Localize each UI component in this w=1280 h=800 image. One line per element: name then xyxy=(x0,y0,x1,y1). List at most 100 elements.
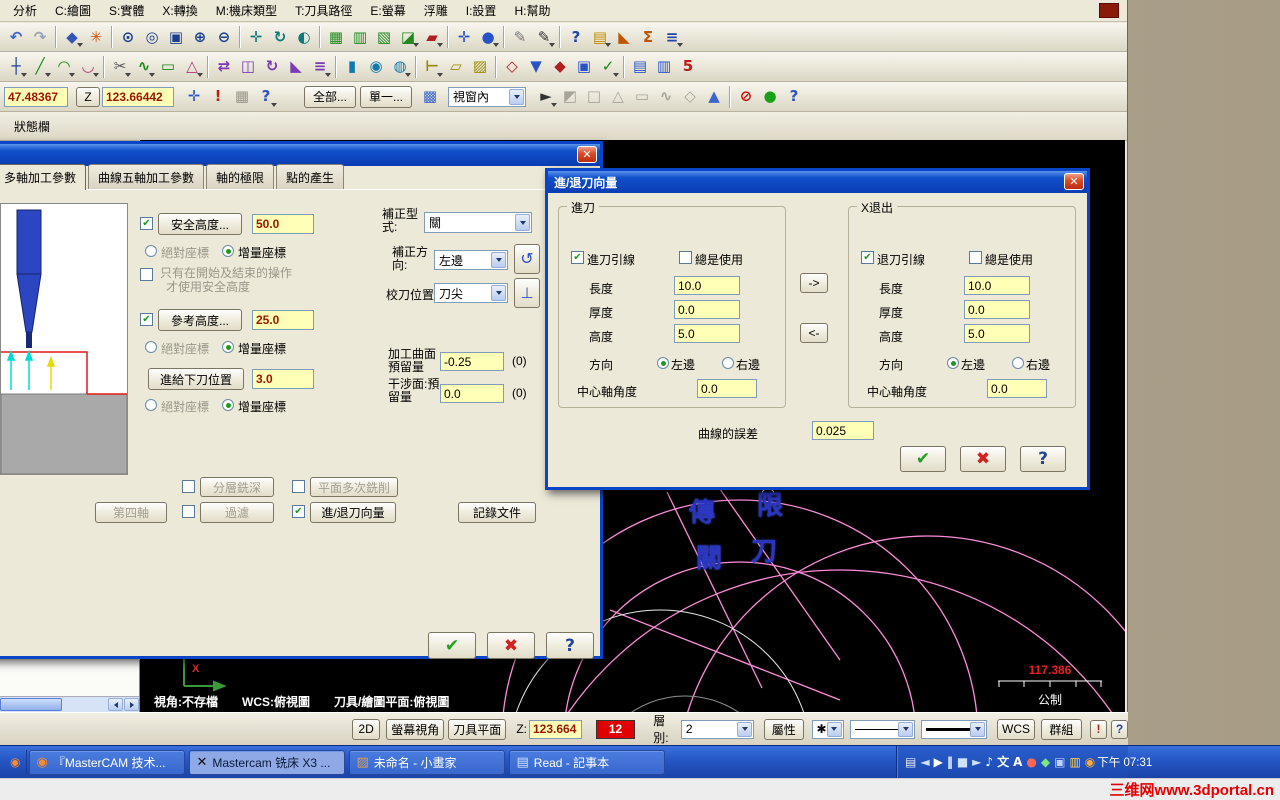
line-style-combo[interactable] xyxy=(849,719,916,739)
screen-view-button[interactable]: 螢幕視角 xyxy=(386,718,445,740)
param-dialog-titlebar[interactable]: ✕ xyxy=(0,144,600,166)
zoom-window-icon[interactable]: ⊙ xyxy=(116,25,140,49)
ref-height-button[interactable]: 參考高度... xyxy=(158,309,242,331)
ref-height-field[interactable]: 25.0 xyxy=(252,310,314,330)
sketch-pencil-icon[interactable]: ✎ xyxy=(508,25,532,49)
toolpath-drill-icon[interactable]: ▼ xyxy=(524,55,548,79)
attributes-button[interactable]: 屬性 xyxy=(764,718,804,740)
dimension-icon[interactable]: ⊢ xyxy=(420,55,444,79)
antivirus-icon[interactable]: ● xyxy=(1026,756,1036,768)
depth-cuts-button[interactable]: 分層銑深 xyxy=(200,477,274,497)
dropdown-arrow-icon[interactable] xyxy=(77,43,83,47)
task-mastercam-article[interactable]: ◉ 『MasterCAM 技术... xyxy=(29,749,186,775)
depth-cuts-checkbox[interactable] xyxy=(182,480,195,493)
dropdown-arrow-icon[interactable] xyxy=(21,72,27,77)
z-coordinate-field[interactable]: 123.66442 xyxy=(102,86,174,107)
tab-axis-limits[interactable]: 軸的極限 xyxy=(206,164,275,189)
select-single-button[interactable]: 單一... xyxy=(360,85,412,108)
zoom-in-icon[interactable]: ⊕ xyxy=(188,25,212,49)
gview-top-icon[interactable]: ▦ xyxy=(324,25,348,49)
combo-dropdown-icon[interactable] xyxy=(491,285,506,301)
combo-dropdown-icon[interactable] xyxy=(515,214,530,231)
toolpath-face-icon[interactable]: ▣ xyxy=(572,55,596,79)
wmp-prev-icon[interactable]: ◄ xyxy=(920,756,929,768)
exit-always-checkbox[interactable] xyxy=(969,251,982,264)
fourth-axis-button[interactable]: 第四軸 xyxy=(95,502,167,523)
menu-settings[interactable]: I:設置 xyxy=(457,0,506,22)
drive-surface-field[interactable]: -0.25 xyxy=(440,352,504,371)
clipboard-tray-icon[interactable]: ▥ xyxy=(1069,756,1080,768)
fastpoint-icon[interactable]: ▦ xyxy=(230,85,254,109)
shading-icon[interactable]: ● xyxy=(476,25,500,49)
point-style-combo[interactable]: ✱ xyxy=(811,719,844,739)
comp-direction-icon[interactable]: ↺ xyxy=(514,244,540,274)
analyze-position-icon[interactable]: ▤ xyxy=(588,25,612,49)
selection-window-combo[interactable]: 視窗內 xyxy=(448,86,526,107)
lead-cancel-button[interactable]: ✖ xyxy=(960,446,1006,472)
close-icon[interactable]: ✕ xyxy=(1064,173,1084,190)
zoom-fit-icon[interactable]: ▣ xyxy=(164,25,188,49)
end-selection-icon[interactable]: ● xyxy=(758,85,782,109)
select-chain-icon[interactable]: ∿ xyxy=(654,85,678,109)
multi-pass-checkbox[interactable] xyxy=(292,480,305,493)
groups-button[interactable]: 群組 xyxy=(1040,718,1083,740)
dropdown-arrow-icon[interactable] xyxy=(605,43,611,47)
combo-dropdown-icon[interactable] xyxy=(491,252,506,268)
dropdown-arrow-icon[interactable] xyxy=(69,72,75,77)
zoom-out-icon[interactable]: ⊖ xyxy=(212,25,236,49)
task-paint[interactable]: ▨ 未命名 - 小畫家 xyxy=(349,749,506,775)
solids-fillet-icon[interactable]: ◍ xyxy=(388,55,412,79)
exit-thickness-field[interactable]: 0.0 xyxy=(964,300,1030,319)
sketch-line-icon[interactable]: ╱ xyxy=(28,55,52,79)
menu-machine-type[interactable]: M:機床類型 xyxy=(207,0,286,22)
wmp-pause-icon[interactable]: ‖ xyxy=(947,756,953,768)
dropdown-arrow-icon[interactable] xyxy=(271,102,277,107)
combo-dropdown-icon[interactable] xyxy=(509,88,524,105)
zoom-target-icon[interactable]: ◎ xyxy=(140,25,164,49)
gview-front-icon[interactable]: ▥ xyxy=(348,25,372,49)
dropdown-arrow-icon[interactable] xyxy=(493,43,499,47)
ime-language-icon[interactable]: 文 xyxy=(997,756,1009,768)
select-window-icon[interactable]: □ xyxy=(582,85,606,109)
security-icon[interactable]: ◉ xyxy=(1085,756,1095,768)
feed-plane-button[interactable]: 進給下刀位置 xyxy=(148,368,244,390)
comp-type-combo[interactable]: 關 xyxy=(424,212,532,233)
leadinout-button[interactable]: 進/退刀向量 xyxy=(310,502,396,523)
autocursor-menu-icon[interactable]: ? xyxy=(254,85,278,109)
attributes-pencil-icon[interactable]: ✎ xyxy=(532,25,556,49)
messenger-icon[interactable]: ◆ xyxy=(1041,756,1050,768)
network-icon[interactable]: ▣ xyxy=(1054,756,1065,768)
check-surface-field[interactable]: 0.0 xyxy=(440,384,504,403)
line-width-combo[interactable] xyxy=(921,719,988,739)
ref-absolute-radio[interactable] xyxy=(145,341,157,353)
hatch-icon[interactable]: ▨ xyxy=(468,55,492,79)
scroll-right-button[interactable] xyxy=(124,698,139,711)
volume-icon[interactable]: ♪ xyxy=(985,756,993,768)
select-limit-icon[interactable]: ▲ xyxy=(702,85,726,109)
sketch-polygon-icon[interactable]: △ xyxy=(180,55,204,79)
delete-entities-icon[interactable]: ◆ xyxy=(60,25,84,49)
menu-create[interactable]: C:繪圖 xyxy=(46,0,100,22)
apply-icon[interactable]: ✛ xyxy=(182,85,206,109)
entry-height-field[interactable]: 5.0 xyxy=(674,324,740,343)
wmp-next-icon[interactable]: ► xyxy=(972,756,981,768)
dropdown-arrow-icon[interactable] xyxy=(325,72,331,77)
dropdown-arrow-icon[interactable] xyxy=(125,72,131,77)
origin-icon[interactable]: ✛ xyxy=(452,25,476,49)
sketch-arc-icon[interactable]: ◠ xyxy=(52,55,76,79)
undo-icon[interactable]: ↶ xyxy=(4,25,28,49)
horizontal-scrollbar[interactable] xyxy=(0,696,139,712)
feed-absolute-radio[interactable] xyxy=(145,399,157,411)
exit-axis-angle-field[interactable]: 0.0 xyxy=(987,379,1047,398)
close-icon[interactable]: ✕ xyxy=(577,146,597,163)
filter-checkbox[interactable] xyxy=(182,505,195,518)
quick-launch-firefox-icon[interactable]: ◉ xyxy=(10,756,20,768)
feed-incremental-radio[interactable] xyxy=(222,399,234,411)
view-previous-icon[interactable]: ◐ xyxy=(292,25,316,49)
copy-to-exit-button[interactable]: -> xyxy=(800,273,828,293)
mode-2d-button[interactable]: 2D xyxy=(352,718,381,740)
sketch-rectangle-icon[interactable]: ▭ xyxy=(156,55,180,79)
menu-art[interactable]: 浮雕 xyxy=(415,0,457,22)
level-combo[interactable]: 2 xyxy=(680,719,755,739)
wcs-button[interactable]: WCS xyxy=(997,718,1035,740)
